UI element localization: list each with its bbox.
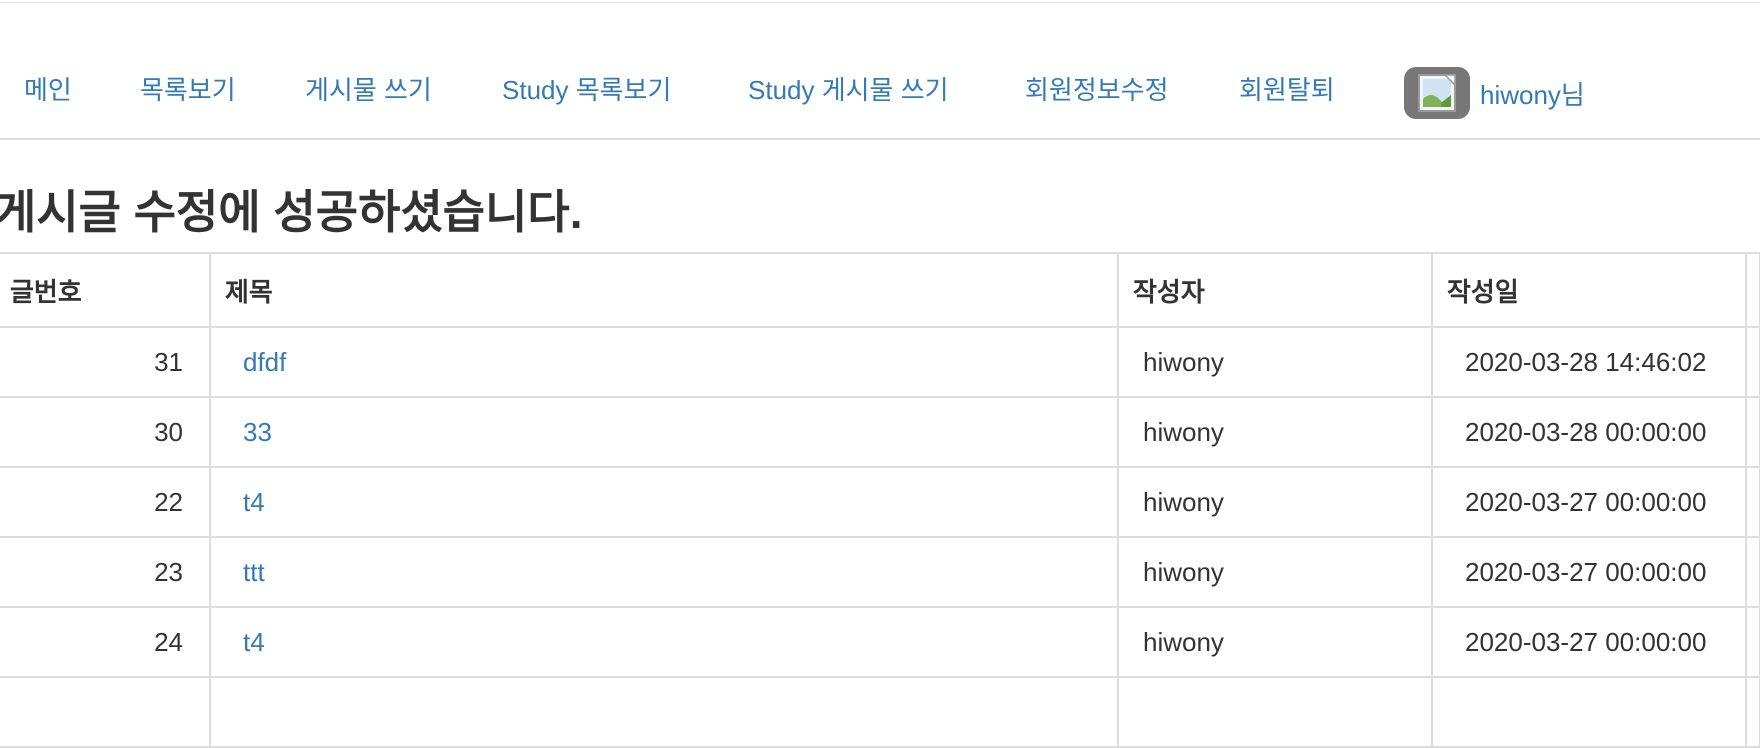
post-title-link[interactable]: t4 — [243, 487, 265, 517]
nav-link-main[interactable]: 메인 — [24, 70, 72, 107]
cell-date: 2020-03-27 00:00:00 — [1431, 606, 1747, 678]
cell-writer: hiwony — [1117, 466, 1433, 538]
cell-title — [209, 676, 1119, 748]
cell-num: 31 — [0, 326, 211, 398]
cell-extra — [1745, 396, 1760, 468]
cell-extra — [1745, 676, 1760, 748]
cell-title: dfdf — [209, 326, 1119, 398]
column-header-extra — [1745, 252, 1760, 328]
cell-title: ttt — [209, 536, 1119, 608]
column-header-date: 작성일 — [1431, 252, 1747, 328]
cell-title: 33 — [209, 396, 1119, 468]
cell-date: 2020-03-28 00:00:00 — [1431, 396, 1747, 468]
nav-link-edit-profile[interactable]: 회원정보수정 — [1025, 70, 1169, 107]
cell-date: 2020-03-27 00:00:00 — [1431, 466, 1747, 538]
user-name: hiwony님 — [1480, 79, 1585, 110]
table-row: 24 t4 hiwony 2020-03-27 00:00:00 — [0, 606, 1760, 678]
cell-date: 2020-03-27 00:00:00 — [1431, 536, 1747, 608]
column-header-writer: 작성자 — [1117, 252, 1433, 328]
nav-link-write[interactable]: 게시물 쓰기 — [305, 70, 432, 107]
post-title-link[interactable]: ttt — [243, 557, 265, 587]
top-divider — [0, 2, 1760, 3]
cell-date — [1431, 676, 1747, 748]
nav-link-withdraw[interactable]: 회원탈퇴 — [1239, 70, 1335, 107]
cell-num — [0, 676, 211, 748]
nav-link-study-list[interactable]: Study 목록보기 — [502, 70, 671, 107]
cell-writer: hiwony — [1117, 396, 1433, 468]
cell-extra — [1745, 606, 1760, 678]
post-title-link[interactable]: t4 — [243, 627, 265, 657]
navbar: 메인 목록보기 게시물 쓰기 Study 목록보기 Study 게시물 쓰기 회… — [0, 38, 1760, 140]
cell-writer: hiwony — [1117, 536, 1433, 608]
table-header-row: 글번호 제목 작성자 작성일 — [0, 252, 1760, 328]
table-row: 23 ttt hiwony 2020-03-27 00:00:00 — [0, 536, 1760, 608]
cell-writer — [1117, 676, 1433, 748]
cell-num: 23 — [0, 536, 211, 608]
cell-extra — [1745, 326, 1760, 398]
post-title-link[interactable]: dfdf — [243, 347, 286, 377]
board-table: 글번호 제목 작성자 작성일 31 dfdf hiwony 2020-03-28… — [0, 252, 1760, 748]
column-header-title: 제목 — [209, 252, 1119, 328]
cell-writer: hiwony — [1117, 326, 1433, 398]
broken-image-icon — [1418, 74, 1456, 112]
user-menu[interactable]: hiwony님 — [1404, 66, 1585, 120]
cell-extra — [1745, 536, 1760, 608]
cell-num: 30 — [0, 396, 211, 468]
table-row: 22 t4 hiwony 2020-03-27 00:00:00 — [0, 466, 1760, 538]
nav-link-list[interactable]: 목록보기 — [140, 70, 236, 107]
avatar — [1404, 67, 1470, 119]
table-row: 30 33 hiwony 2020-03-28 00:00:00 — [0, 396, 1760, 468]
column-header-num: 글번호 — [0, 252, 211, 328]
cell-num: 24 — [0, 606, 211, 678]
post-title-link[interactable]: 33 — [243, 417, 272, 447]
table-row — [0, 676, 1760, 748]
cell-extra — [1745, 466, 1760, 538]
cell-num: 22 — [0, 466, 211, 538]
cell-title: t4 — [209, 466, 1119, 538]
cell-title: t4 — [209, 606, 1119, 678]
nav-link-study-write[interactable]: Study 게시물 쓰기 — [748, 70, 949, 107]
table-row: 31 dfdf hiwony 2020-03-28 14:46:02 — [0, 326, 1760, 398]
cell-writer: hiwony — [1117, 606, 1433, 678]
page-title: 게시글 수정에 성공하셨습니다. — [0, 186, 583, 238]
cell-date: 2020-03-28 14:46:02 — [1431, 326, 1747, 398]
